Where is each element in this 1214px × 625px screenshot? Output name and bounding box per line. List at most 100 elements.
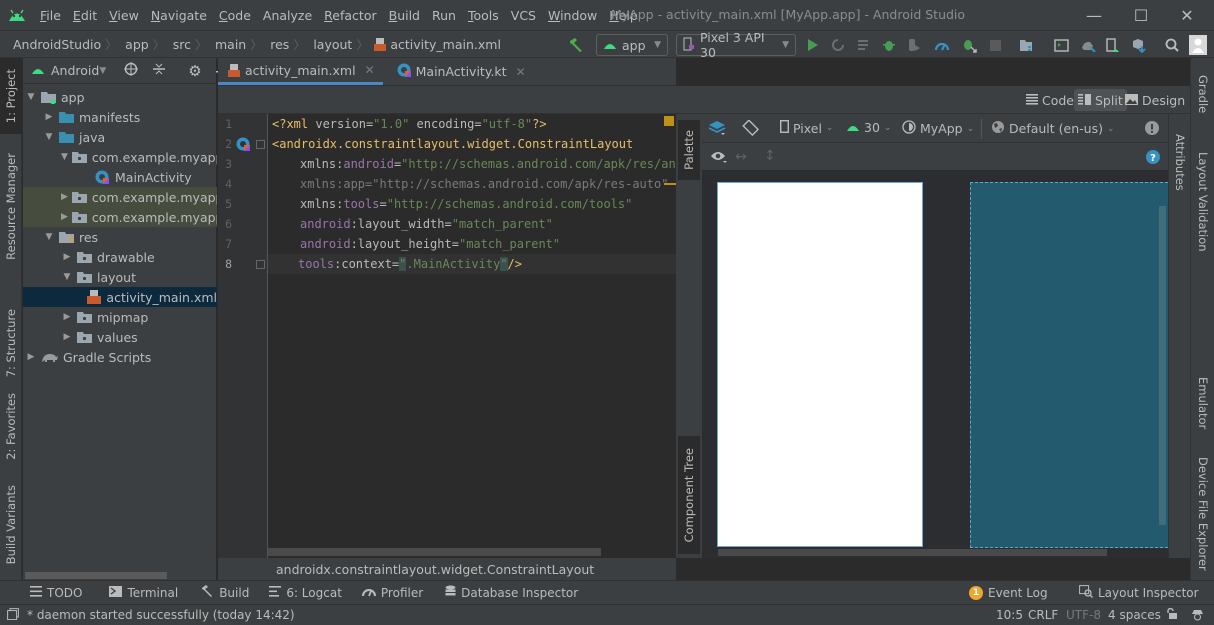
tree-item[interactable]: ▶ manifests [23, 107, 217, 127]
tree-item[interactable]: ▼ res [23, 227, 217, 247]
warning-marker-icon[interactable] [664, 116, 674, 126]
collapse-arrow-icon[interactable]: ▶ [61, 192, 68, 202]
component-tree-tab[interactable]: Component Tree [678, 436, 700, 554]
kotlin-class-gutter-icon[interactable] [236, 137, 250, 154]
tree-item[interactable]: MainActivity [23, 167, 217, 187]
menu-window[interactable]: Window [542, 8, 603, 23]
expand-arrow-icon[interactable]: ▼ [25, 92, 37, 102]
breadcrumb-item[interactable]: app [119, 37, 151, 52]
build-variants-tool-tab[interactable]: Build Variants [0, 480, 22, 570]
logcat-tool-button[interactable]: 6: Logcat [269, 585, 342, 600]
code-editor[interactable]: <?xml version="1.0" encoding="utf-8"?> <… [268, 114, 676, 558]
avd-manager-icon[interactable] [1104, 37, 1120, 53]
xml-breadcrumb-item[interactable]: androidx.constraintlayout.widget.Constra… [276, 562, 594, 577]
api-level-select[interactable]: 30 ⌄ [846, 120, 891, 135]
menu-build[interactable]: Build [383, 8, 426, 23]
layout-validation-tab[interactable]: Layout Validation [1192, 152, 1214, 252]
help-icon[interactable]: ? [1146, 150, 1160, 164]
palette-tab[interactable]: Palette [678, 120, 700, 180]
search-icon[interactable] [1164, 37, 1180, 53]
close-tab-icon[interactable]: ✕ [365, 63, 375, 77]
breadcrumb-item[interactable]: main [209, 37, 248, 52]
resource-manager-tool-tab[interactable]: Resource Manager [0, 146, 22, 266]
terminal-icon[interactable] [1053, 37, 1069, 53]
project-tool-tab[interactable]: 1: Project [0, 58, 22, 134]
user-icon[interactable] [1189, 35, 1207, 55]
tab-main-activity-kt[interactable]: MainActivity.kt ✕ [383, 58, 534, 85]
collapse-arrow-icon[interactable]: ▶ [43, 112, 55, 122]
run-icon[interactable] [805, 37, 821, 53]
design-canvas[interactable]: ✋ + − 1:1 [702, 171, 1168, 558]
maximize-button[interactable]: ☐ [1126, 4, 1156, 26]
locate-file-icon[interactable] [124, 62, 139, 79]
gradle-tab[interactable]: Gradle [1192, 64, 1214, 124]
stop-icon[interactable] [987, 37, 1003, 53]
emulator-tab[interactable]: Emulator [1192, 370, 1214, 436]
inspector-hat-icon[interactable] [1191, 608, 1204, 624]
project-structure-icon[interactable] [1019, 37, 1035, 53]
sdk-manager-icon[interactable] [1130, 37, 1146, 53]
design-surface-select[interactable] [708, 120, 726, 136]
toggle-tool-windows-icon[interactable] [7, 607, 19, 623]
unlocked-icon[interactable] [1166, 607, 1177, 623]
expand-arrow-icon[interactable]: ▼ [61, 152, 68, 162]
tree-item[interactable]: ▼ com.example.myapp [23, 147, 217, 167]
todo-tool-button[interactable]: TODO [30, 585, 82, 600]
gear-icon[interactable]: ⚙ [188, 62, 201, 80]
horizontal-resize-icon[interactable]: ↔ [735, 149, 747, 165]
collapse-arrow-icon[interactable]: ▶ [61, 312, 73, 322]
menu-view[interactable]: View [103, 8, 145, 23]
tree-item[interactable]: ▶ Gradle Scripts [23, 347, 217, 367]
indent-setting[interactable]: 4 spaces [1108, 608, 1161, 622]
tree-item[interactable]: ▶ values [23, 327, 217, 347]
locale-select[interactable]: Default (en-us) ⌄ [991, 120, 1115, 137]
tree-item[interactable]: activity_main.xml [23, 287, 217, 307]
device-file-explorer-tab[interactable]: Device File Explorer [1192, 456, 1214, 572]
fold-icon[interactable] [256, 260, 265, 269]
split-mode-button[interactable]: Split [1074, 89, 1127, 111]
device-preview-select[interactable]: Pixel ⌄ [779, 119, 833, 136]
tree-item[interactable]: ▶ mipmap [23, 307, 217, 327]
run-configuration-select[interactable]: app ▼ [596, 34, 668, 56]
menu-vcs[interactable]: VCS [505, 8, 542, 23]
breadcrumb-item[interactable]: res [264, 37, 291, 52]
fold-icon[interactable] [256, 140, 265, 149]
blueprint-preview-screen[interactable] [970, 182, 1168, 548]
canvas-vertical-scrollbar[interactable] [1159, 206, 1166, 525]
status-message[interactable]: * daemon started successfully (today 14:… [27, 608, 295, 622]
collapse-arrow-icon[interactable]: ▶ [25, 352, 37, 362]
line-separator[interactable]: CRLF [1028, 608, 1058, 622]
dropdown-arrow-icon[interactable]: ▼ [99, 66, 106, 76]
breadcrumb-item[interactable]: src [167, 37, 193, 52]
breadcrumb-item[interactable]: AndroidStudio [7, 37, 103, 52]
menu-analyze[interactable]: Analyze [257, 8, 318, 23]
debug-icon[interactable] [881, 37, 897, 53]
menu-code[interactable]: Code [213, 8, 257, 23]
menu-run[interactable]: Run [426, 8, 462, 23]
issues-icon[interactable] [1145, 121, 1159, 135]
attach-process-icon[interactable] [961, 37, 977, 53]
collapse-arrow-icon[interactable]: ▶ [61, 332, 73, 342]
design-preview-screen[interactable] [717, 182, 923, 547]
view-options-icon[interactable] [710, 150, 728, 164]
apply-changes-icon[interactable] [830, 37, 846, 53]
collapse-arrow-icon[interactable]: ▶ [61, 252, 73, 262]
database-inspector-tool-button[interactable]: Database Inspector [445, 585, 578, 601]
favorites-tool-tab[interactable]: 2: Favorites [0, 386, 22, 466]
terminal-tool-button[interactable]: Terminal [109, 585, 178, 600]
vertical-resize-icon[interactable]: ↕ [764, 148, 776, 164]
tab-activity-main-xml[interactable]: activity_main.xml ✕ [218, 58, 383, 85]
sync-gradle-icon[interactable] [1080, 37, 1096, 53]
close-tab-icon[interactable]: ✕ [516, 65, 526, 79]
apply-code-changes-icon[interactable] [856, 37, 872, 53]
project-view-selector[interactable]: Android [51, 63, 99, 78]
build-tool-button[interactable]: Build [200, 584, 249, 601]
tree-item[interactable]: ▼ java [23, 127, 217, 147]
attach-debugger-icon[interactable] [906, 37, 922, 53]
editor-horizontal-scrollbar[interactable] [268, 548, 601, 556]
close-window-button[interactable]: ✕ [1172, 4, 1202, 26]
tree-item[interactable]: ▶ com.example.myapp (t [23, 207, 217, 227]
tree-item[interactable]: ▶ drawable [23, 247, 217, 267]
event-log-tool-button[interactable]: 1 Event Log [969, 585, 1048, 600]
theme-select[interactable]: MyApp ⌄ [902, 120, 974, 137]
